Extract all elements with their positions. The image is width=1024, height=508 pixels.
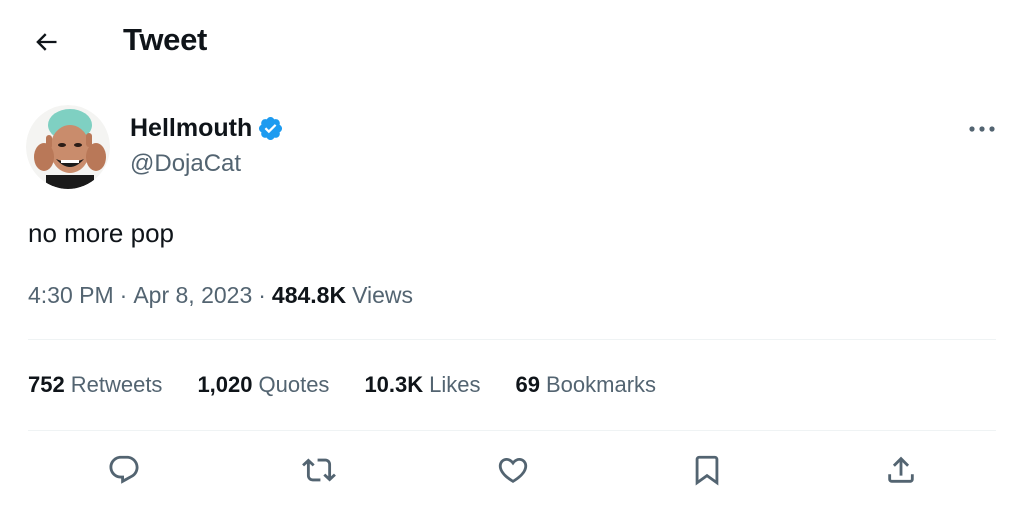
reply-icon (109, 455, 139, 484)
back-button[interactable] (26, 24, 66, 60)
user-handle[interactable]: @DojaCat (130, 150, 241, 178)
retweets-label: Retweets (70, 372, 163, 397)
page-title: Tweet (123, 22, 208, 57)
views-count: 484.8K (271, 282, 347, 308)
quotes-stat[interactable]: 1,020 Quotes (197, 372, 329, 398)
engagement-stats: 752 Retweets 1,020 Quotes 10.3K Likes 69 Boo… (28, 372, 691, 398)
likes-label: Likes (429, 372, 481, 397)
bookmarks-label: Bookmarks (546, 372, 657, 397)
avatar-image (26, 105, 110, 189)
verified-badge-icon (257, 115, 284, 142)
divider (28, 430, 996, 431)
more-options-button[interactable] (962, 114, 1002, 144)
views-label: Views (352, 282, 414, 308)
avatar[interactable] (26, 105, 110, 189)
likes-stat[interactable]: 10.3K Likes (364, 372, 480, 398)
share-icon (888, 456, 914, 483)
tweet-time[interactable]: 4:30 PM (28, 282, 114, 309)
more-horizontal-icon (969, 126, 995, 132)
like-button[interactable] (493, 450, 533, 490)
bookmarks-stat[interactable]: 69 Bookmarks (516, 372, 657, 398)
tweet-text: no more pop (28, 218, 174, 248)
quotes-label: Quotes (258, 372, 330, 397)
separator-dot: · (119, 282, 128, 308)
bookmark-icon (695, 455, 719, 486)
separator-dot: · (258, 282, 266, 308)
display-name-link[interactable]: Hellmouth (130, 114, 284, 143)
bookmarks-count: 69 (515, 372, 540, 397)
likes-count: 10.3K (364, 372, 424, 397)
display-name: Hellmouth (130, 114, 253, 142)
retweets-count: 752 (28, 372, 65, 397)
retweet-icon (302, 458, 336, 482)
header: Tweet (0, 0, 1024, 84)
heart-icon (498, 457, 528, 483)
tweet-page: Tweet Hellmouth @DojaCat no more pop 4:3… (0, 0, 1024, 508)
quotes-count: 1,020 (197, 372, 253, 397)
share-button[interactable] (881, 450, 921, 490)
bookmark-button[interactable] (687, 450, 727, 490)
arrow-left-icon (36, 33, 57, 51)
reply-button[interactable] (104, 450, 144, 490)
divider (28, 339, 996, 340)
tweet-meta: 4:30 PM · Apr 8, 2023 · 484.8K Views (28, 282, 413, 309)
retweets-stat[interactable]: 752 Retweets (28, 372, 162, 398)
tweet-date[interactable]: Apr 8, 2023 (133, 282, 252, 309)
retweet-button[interactable] (299, 450, 339, 490)
